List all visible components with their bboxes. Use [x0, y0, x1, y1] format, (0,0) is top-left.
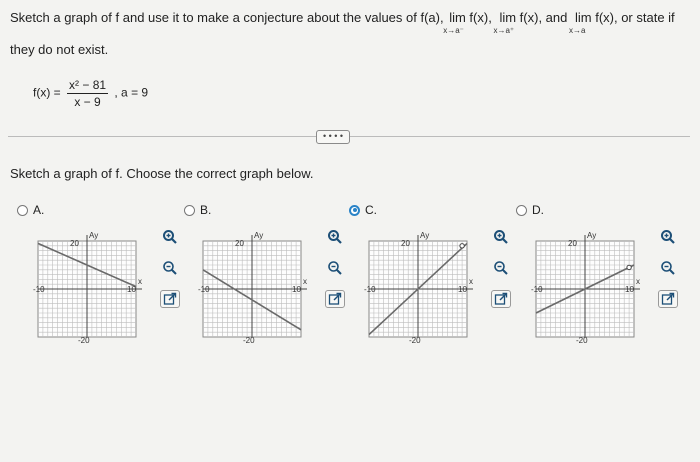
- zoom-out-icon: [163, 261, 177, 275]
- graph-b-zoom-out-button[interactable]: [325, 259, 345, 277]
- x-left-tick-label: -10: [33, 285, 45, 294]
- graph-a-zoom-out-button[interactable]: [160, 259, 180, 277]
- y-axis-label: Ay: [89, 231, 98, 240]
- zoom-in-icon: [661, 230, 675, 244]
- graph-d: Ay 20 -20 -10 10x: [531, 231, 640, 345]
- graph-a-open-new-window-button[interactable]: [160, 290, 180, 308]
- graph-c-open-new-window-button[interactable]: [491, 290, 511, 308]
- x-right-tick-label: 10: [292, 285, 301, 294]
- limit-two-sided: lim f(x), or state if x→a: [568, 10, 675, 35]
- option-d[interactable]: D.: [516, 203, 544, 217]
- open-circle-hole: [459, 243, 465, 249]
- y-axis-label: Ay: [587, 231, 596, 240]
- y-axis-label: Ay: [254, 231, 263, 240]
- graph-c-zoom-out-button[interactable]: [491, 259, 511, 277]
- y-top-tick-label: 20: [568, 239, 577, 248]
- question-intro: Sketch a graph of f and use it to make a…: [10, 10, 444, 25]
- graph-c: Ay 20 -20 -10 10x: [364, 231, 473, 345]
- x-left-tick-label: -10: [198, 285, 210, 294]
- option-b-label: B.: [200, 203, 212, 217]
- limit-left: lim f(x), x→a⁻: [443, 10, 492, 35]
- graph-d-zoom-out-button[interactable]: [658, 259, 678, 277]
- x-right-tick-label: 10: [127, 285, 136, 294]
- more-button[interactable]: • • • •: [316, 130, 350, 144]
- y-axis-label: Ay: [420, 231, 429, 240]
- open-circle-hole: [626, 264, 632, 271]
- zoom-out-icon: [328, 261, 342, 275]
- function-a-value: , a = 9: [114, 85, 149, 100]
- graph-a: Ay 20 -20 -10 10x: [33, 231, 142, 345]
- graph-d-zoom-in-button[interactable]: [658, 228, 678, 246]
- zoom-out-icon: [494, 261, 508, 275]
- graph-b-zoom-in-button[interactable]: [325, 228, 345, 246]
- y-top-tick-label: 20: [70, 239, 79, 248]
- function-lhs: f(x) =: [33, 85, 61, 100]
- y-top-tick-label: 20: [401, 239, 410, 248]
- graph-d-open-new-window-button[interactable]: [658, 290, 678, 308]
- x-axis-label: x: [138, 277, 142, 286]
- question-line-2: they do not exist.: [10, 42, 109, 57]
- option-d-radio[interactable]: [516, 204, 527, 216]
- function-definition: f(x) = x² − 81 x − 9 , a = 9: [33, 78, 148, 109]
- x-axis-label: x: [636, 277, 640, 286]
- x-right-tick-label: 10: [625, 285, 634, 294]
- function-numerator: x² − 81: [67, 78, 109, 94]
- option-b[interactable]: B.: [184, 203, 211, 217]
- option-d-label: D.: [532, 203, 544, 217]
- zoom-in-icon: [163, 230, 177, 244]
- y-bottom-tick-label: -20: [78, 336, 90, 345]
- option-c-label: C.: [365, 203, 377, 217]
- limit-right: lim f(x), and x→a⁺: [493, 10, 568, 35]
- option-a-label: A.: [33, 203, 45, 217]
- graph-prompt: Sketch a graph of f. Choose the correct …: [10, 166, 314, 181]
- graph-c-zoom-in-button[interactable]: [491, 228, 511, 246]
- question-line-1: Sketch a graph of f and use it to make a…: [10, 10, 677, 35]
- x-axis-label: x: [469, 277, 473, 286]
- function-fraction: x² − 81 x − 9: [67, 78, 109, 109]
- x-left-tick-label: -10: [364, 285, 376, 294]
- open-new-window-icon: [494, 292, 508, 305]
- zoom-in-icon: [494, 230, 508, 244]
- x-right-tick-label: 10: [458, 285, 467, 294]
- zoom-out-icon: [661, 261, 675, 275]
- y-bottom-tick-label: -20: [243, 336, 255, 345]
- y-bottom-tick-label: -20: [576, 336, 588, 345]
- zoom-in-icon: [328, 230, 342, 244]
- graph-b: Ay 20 -20 -10 10x: [198, 231, 307, 345]
- x-left-tick-label: -10: [531, 285, 543, 294]
- option-c-radio[interactable]: [349, 204, 360, 216]
- x-axis-label: x: [303, 277, 307, 286]
- open-new-window-icon: [661, 292, 675, 305]
- option-c[interactable]: C.: [349, 203, 377, 217]
- y-bottom-tick-label: -20: [409, 336, 421, 345]
- option-a[interactable]: A.: [17, 203, 44, 217]
- graph-a-zoom-in-button[interactable]: [160, 228, 180, 246]
- y-top-tick-label: 20: [235, 239, 244, 248]
- option-b-radio[interactable]: [184, 204, 195, 216]
- open-new-window-icon: [163, 292, 177, 305]
- function-denominator: x − 9: [74, 95, 101, 109]
- option-a-radio[interactable]: [17, 204, 28, 216]
- open-new-window-icon: [328, 292, 342, 305]
- graph-b-open-new-window-button[interactable]: [325, 290, 345, 308]
